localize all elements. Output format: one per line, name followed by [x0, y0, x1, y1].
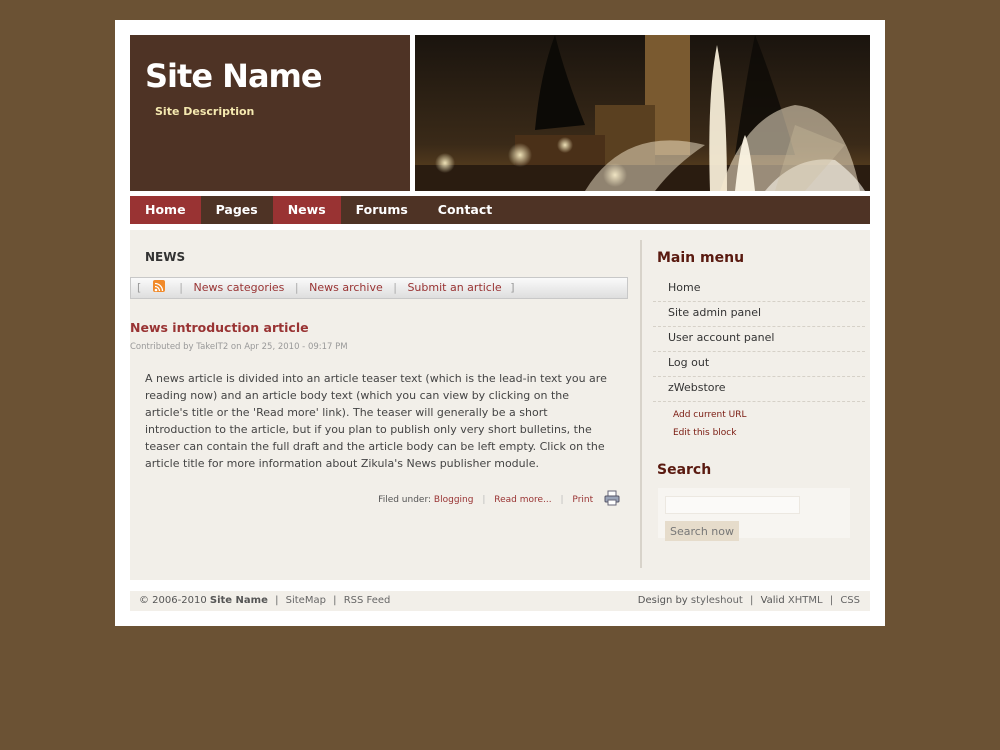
- separator: |: [829, 595, 834, 606]
- add-current-url-link[interactable]: Add current URL: [673, 410, 746, 420]
- read-more-link[interactable]: Read more...: [494, 495, 551, 505]
- nav-item-pages[interactable]: Pages: [201, 196, 273, 224]
- article-byline: Contributed by TakeIT2 on Apr 25, 2010 -…: [130, 342, 348, 352]
- search-form: Search now: [658, 488, 850, 541]
- menu-item-site-admin-panel[interactable]: Site admin panel: [653, 302, 865, 327]
- search-now-button[interactable]: Search now: [665, 521, 739, 541]
- article-title-link[interactable]: News introduction article: [130, 320, 309, 335]
- separator: |: [179, 281, 184, 294]
- design-by-label: Design by: [637, 595, 688, 606]
- footer-right: Design by styleshout | Valid XHTML | CSS: [638, 591, 860, 611]
- separator: |: [333, 595, 337, 606]
- header-photo: [415, 35, 870, 191]
- close-bracket: ]: [510, 281, 515, 294]
- copyright-text: © 2006-2010: [139, 595, 207, 606]
- separator: |: [560, 495, 564, 505]
- sitemap-link[interactable]: SiteMap: [286, 595, 326, 606]
- separator: |: [393, 281, 397, 294]
- fountain-night-image: [415, 35, 870, 191]
- column-divider: [640, 240, 642, 568]
- site-footer: © 2006-2010 Site Name | SiteMap | RSS Fe…: [130, 591, 870, 611]
- search-input[interactable]: [665, 496, 800, 514]
- main-navigation: Home Pages News Forums Contact: [130, 196, 870, 224]
- menu-item-zwebstore[interactable]: zWebstore: [653, 377, 865, 402]
- menu-item-user-account-panel[interactable]: User account panel: [653, 327, 865, 352]
- styleshout-link[interactable]: styleshout: [691, 595, 743, 606]
- submit-article-link[interactable]: Submit an article: [407, 281, 501, 294]
- separator: |: [275, 595, 279, 606]
- valid-label: Valid: [760, 595, 785, 606]
- menu-item-home[interactable]: Home: [653, 277, 865, 302]
- news-categories-link[interactable]: News categories: [194, 281, 285, 294]
- menu-item-log-out[interactable]: Log out: [653, 352, 865, 377]
- print-link[interactable]: Print: [572, 495, 593, 505]
- site-description: Site Description: [155, 105, 255, 118]
- rss-feed-link[interactable]: RSS Feed: [344, 595, 391, 606]
- nav-item-forums[interactable]: Forums: [341, 196, 423, 224]
- footer-left: © 2006-2010 Site Name | SiteMap | RSS Fe…: [139, 591, 390, 611]
- section-title: NEWS: [145, 250, 186, 264]
- nav-item-news[interactable]: News: [272, 196, 341, 224]
- separator: |: [294, 281, 299, 294]
- site-name[interactable]: Site Name: [145, 57, 323, 95]
- filed-under-label: Filed under:: [378, 495, 432, 505]
- xhtml-link[interactable]: XHTML: [788, 595, 823, 606]
- open-bracket: [: [137, 281, 142, 294]
- search-title: Search: [657, 462, 712, 478]
- article-footer: Filed under: Blogging | Read more... | P…: [378, 490, 620, 509]
- article-teaser: A news article is divided into an articl…: [145, 372, 607, 470]
- content-area: NEWS [ | News categories | News archive …: [130, 230, 870, 580]
- nav-item-contact[interactable]: Contact: [423, 196, 507, 224]
- nav-item-home[interactable]: Home: [130, 196, 201, 224]
- site-header: Site Name Site Description: [130, 35, 410, 191]
- news-archive-link[interactable]: News archive: [309, 281, 383, 294]
- printer-icon[interactable]: [604, 490, 620, 509]
- separator: |: [482, 495, 486, 505]
- category-link[interactable]: Blogging: [434, 495, 474, 505]
- news-links-bar: [ | News categories | News archive | Sub…: [130, 277, 628, 299]
- edit-block-link[interactable]: Edit this block: [673, 428, 736, 438]
- main-menu-title: Main menu: [657, 250, 745, 266]
- rss-feed-icon[interactable]: [152, 280, 165, 292]
- page-wrapper: Site Name Site Description Home Pages Ne…: [115, 20, 885, 626]
- main-column: NEWS [ | News categories | News archive …: [130, 230, 628, 580]
- footer-site-name: Site Name: [209, 595, 268, 606]
- main-menu-list: Home Site admin panel User account panel…: [653, 277, 865, 402]
- css-link[interactable]: CSS: [840, 595, 860, 606]
- separator: |: [750, 595, 754, 606]
